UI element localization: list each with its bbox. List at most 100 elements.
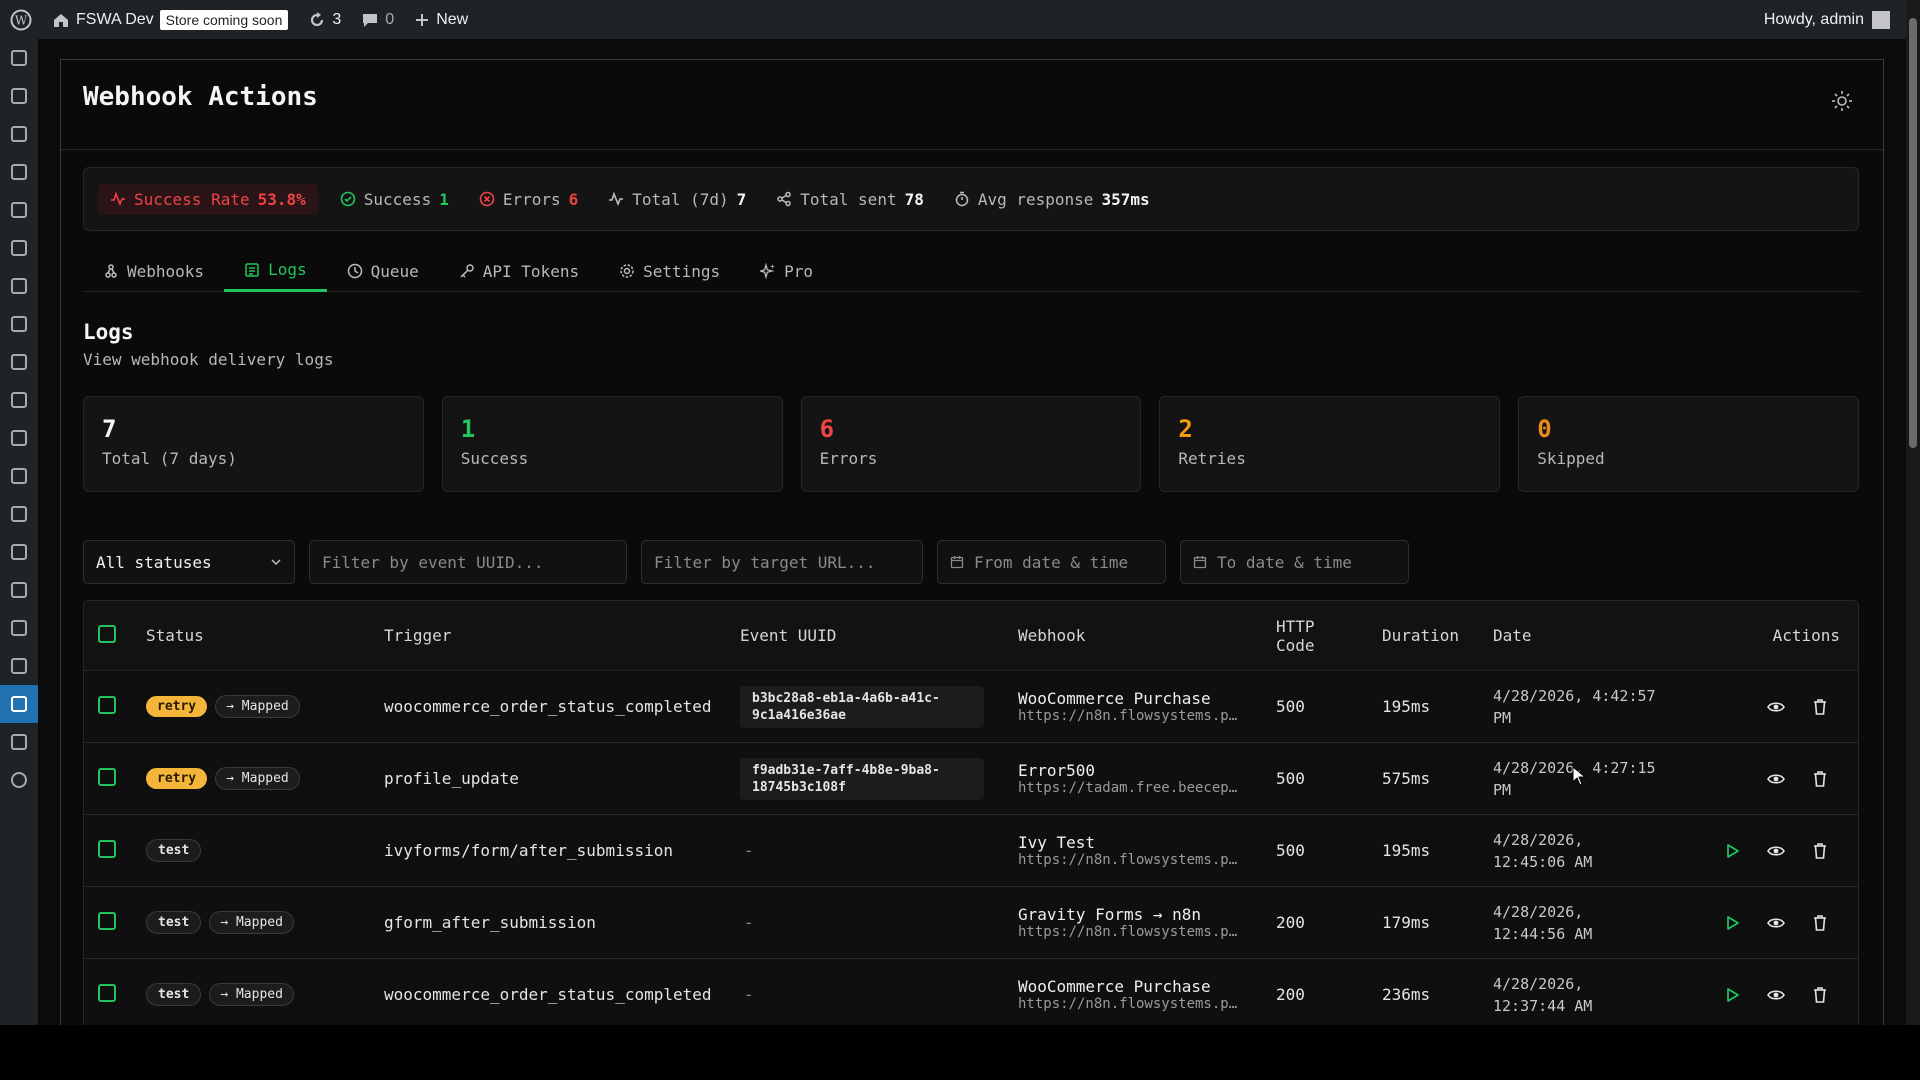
- uuid-filter-input[interactable]: [309, 540, 627, 584]
- trash-icon[interactable]: [1810, 697, 1830, 717]
- trigger-cell: woocommerce_order_status_completed: [384, 697, 712, 716]
- status-badge: retry: [146, 768, 208, 789]
- row-checkbox[interactable]: [98, 983, 116, 1002]
- menu-appearance-icon[interactable]: [0, 495, 38, 533]
- menu-comments-icon[interactable]: [0, 229, 38, 267]
- header-actions: Actions: [1772, 626, 1840, 645]
- tab-settings[interactable]: Settings: [599, 250, 740, 292]
- menu-pages-icon[interactable]: [0, 191, 38, 229]
- trigger-cell: woocommerce_order_status_completed: [384, 985, 712, 1004]
- mapped-badge: → Mapped: [215, 767, 300, 790]
- to-date-picker[interactable]: To date & time: [1180, 540, 1409, 584]
- menu-marketing-icon[interactable]: [0, 457, 38, 495]
- card-total-label: Total (7 days): [102, 449, 237, 468]
- new-content-link[interactable]: New: [404, 0, 478, 39]
- webhook-name: Gravity Forms → n8n: [1018, 905, 1202, 924]
- row-checkbox[interactable]: [98, 767, 116, 786]
- site-name-link[interactable]: FSWA Dev Store coming soon: [42, 0, 298, 39]
- tab-logs[interactable]: Logs: [224, 250, 327, 292]
- row-checkbox[interactable]: [98, 695, 116, 714]
- menu-collapse-icon[interactable]: [0, 761, 38, 799]
- menu-dashboard-icon[interactable]: [0, 39, 38, 77]
- play-icon[interactable]: [1722, 913, 1742, 933]
- play-icon[interactable]: [1722, 841, 1742, 861]
- tab-api-tokens[interactable]: API Tokens: [439, 250, 599, 292]
- row-checkbox[interactable]: [98, 911, 116, 930]
- eye-icon[interactable]: [1766, 769, 1786, 789]
- eye-icon[interactable]: [1766, 985, 1786, 1005]
- tab-webhooks[interactable]: Webhooks: [83, 250, 224, 292]
- updates-link[interactable]: 3: [298, 0, 351, 39]
- status-badge: retry: [146, 696, 208, 717]
- main-canvas: Webhook Actions Success Rate 53.8% Succe…: [38, 39, 1906, 1025]
- menu-payments-icon[interactable]: [0, 381, 38, 419]
- errors-stat: Errors 6: [471, 184, 586, 215]
- new-label: New: [436, 10, 469, 28]
- menu-webhook-actions-icon[interactable]: [0, 685, 38, 723]
- gear-icon: [620, 264, 634, 278]
- comments-link[interactable]: 0: [351, 0, 404, 39]
- from-date-label: From date & time: [974, 552, 1129, 572]
- trash-icon[interactable]: [1810, 769, 1830, 789]
- play-icon[interactable]: [1722, 985, 1742, 1005]
- tab-label: Settings: [643, 261, 721, 281]
- menu-media-icon[interactable]: [0, 115, 38, 153]
- header-http-line2: Code: [1276, 635, 1315, 655]
- wordpress-logo-button[interactable]: W: [0, 0, 42, 39]
- eye-icon[interactable]: [1766, 697, 1786, 717]
- date-cell: 4/28/2026, 12:45:06 AM: [1493, 829, 1713, 873]
- scrollbar-thumb[interactable]: [1909, 18, 1917, 448]
- page-scrollbar[interactable]: [1906, 0, 1920, 1025]
- sun-icon[interactable]: [1831, 90, 1853, 112]
- menu-settings-icon[interactable]: [0, 647, 38, 685]
- date-line1: 4/28/2026,: [1493, 830, 1584, 849]
- store-status-badge[interactable]: Store coming soon: [159, 9, 289, 30]
- eye-icon[interactable]: [1766, 913, 1786, 933]
- header-date: Date: [1493, 625, 1532, 645]
- avatar: [1872, 10, 1890, 29]
- status-select[interactable]: All statuses: [83, 540, 295, 584]
- menu-plugins-icon[interactable]: [0, 533, 38, 571]
- trash-icon[interactable]: [1810, 913, 1830, 933]
- howdy-text: Howdy, admin: [1763, 10, 1864, 28]
- date-line1: 4/28/2026,: [1493, 974, 1584, 993]
- section-title: Logs: [83, 320, 134, 344]
- calendar-icon: [950, 556, 964, 569]
- status-select-value: All statuses: [96, 552, 212, 572]
- card-errors-label: Errors: [819, 449, 878, 468]
- menu-extension-icon[interactable]: [0, 723, 38, 761]
- menu-products-icon[interactable]: [0, 343, 38, 381]
- duration: 195ms: [1382, 697, 1431, 716]
- row-checkbox[interactable]: [98, 839, 116, 858]
- url-filter-input[interactable]: [641, 540, 923, 584]
- menu-users-icon[interactable]: [0, 571, 38, 609]
- menu-mail-icon[interactable]: [0, 267, 38, 305]
- menu-posts-icon[interactable]: [0, 77, 38, 115]
- card-success: 1 Success: [441, 396, 783, 492]
- trash-icon[interactable]: [1810, 985, 1830, 1005]
- date-line2: 12:37:44 AM: [1493, 996, 1593, 1015]
- mapped-label: Mapped: [235, 915, 283, 930]
- event-uuid-chip[interactable]: f9adb31e-7aff-4b8e-9ba8- 18745b3c108f: [740, 757, 984, 800]
- menu-woocommerce-icon[interactable]: [0, 305, 38, 343]
- eye-icon[interactable]: [1766, 841, 1786, 861]
- duration: 236ms: [1382, 985, 1431, 1004]
- account-menu[interactable]: Howdy, admin: [1763, 10, 1920, 29]
- menu-tools-icon[interactable]: [0, 609, 38, 647]
- card-errors-value: 6: [819, 415, 835, 443]
- card-success-label: Success: [460, 449, 529, 468]
- table-row: test ivyforms/form/after_submission - Iv…: [84, 815, 1858, 887]
- trash-icon[interactable]: [1810, 841, 1830, 861]
- menu-analytics-icon[interactable]: [0, 419, 38, 457]
- menu-forms-icon[interactable]: [0, 153, 38, 191]
- select-all-checkbox[interactable]: [98, 624, 116, 643]
- header-webhook: Webhook: [1018, 626, 1086, 645]
- event-uuid-chip[interactable]: b3bc28a8-eb1a-4a6b-a41c- 9c1a416e36ae: [740, 685, 984, 728]
- from-date-picker[interactable]: From date & time: [937, 540, 1166, 584]
- trigger-cell: profile_update: [384, 769, 519, 788]
- avg-response-stat: Avg response 357ms: [946, 184, 1158, 215]
- webhook-name: WooCommerce Purchase: [1018, 977, 1211, 996]
- tab-queue[interactable]: Queue: [327, 250, 439, 292]
- card-skipped: 0 Skipped: [1518, 396, 1859, 492]
- tab-pro[interactable]: Pro: [740, 250, 833, 292]
